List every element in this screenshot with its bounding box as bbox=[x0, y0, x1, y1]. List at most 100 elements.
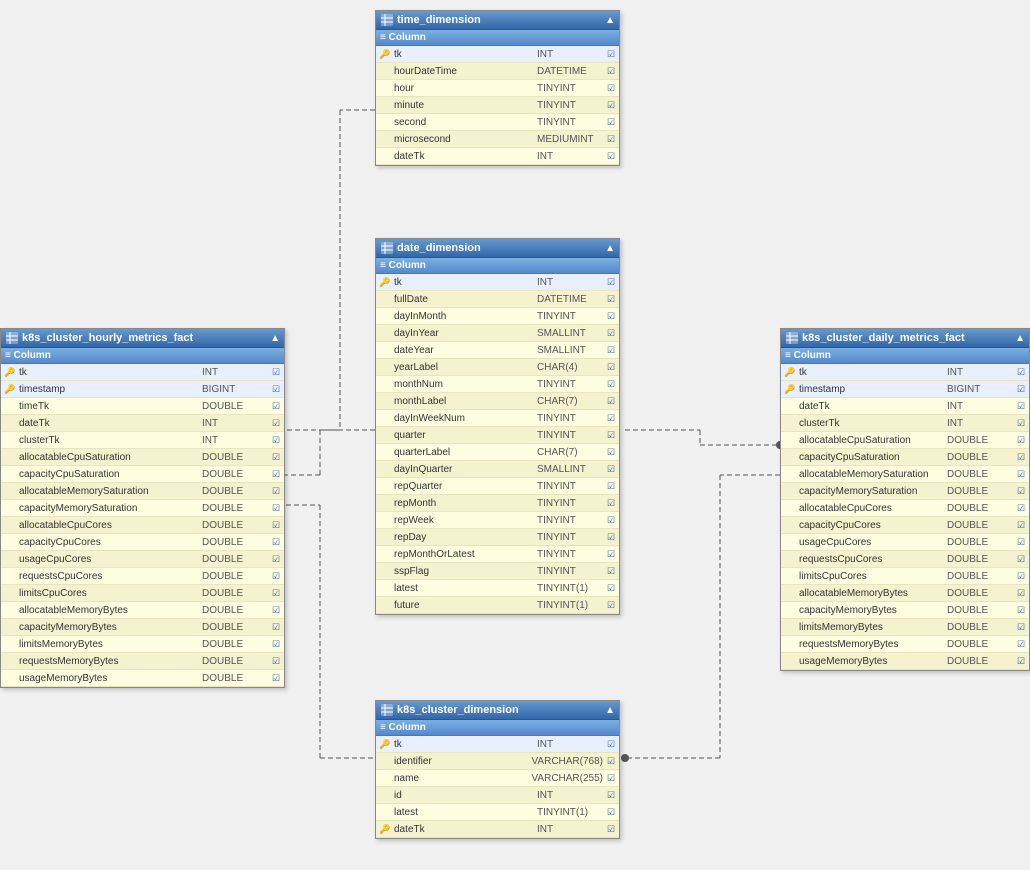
table-row: limitsMemoryBytes DOUBLE ☑ bbox=[1, 636, 284, 653]
table-row: allocatableCpuCores DOUBLE ☑ bbox=[1, 517, 284, 534]
table-row: 🔑 tk INT ☑ bbox=[1, 364, 284, 381]
table-k8s-cluster-daily-metrics-fact[interactable]: k8s_cluster_daily_metrics_fact ▲ ≡ Colum… bbox=[780, 328, 1030, 671]
table-row: 🔑 timestamp BIGINT ☑ bbox=[781, 381, 1029, 398]
column-header-time-dimension: ≡ Column bbox=[376, 30, 619, 46]
table-grid-icon bbox=[380, 703, 394, 717]
table-row: allocatableMemorySaturation DOUBLE ☑ bbox=[1, 483, 284, 500]
column-header-hourly: ≡ Column bbox=[1, 348, 284, 364]
pk-icon: 🔑 bbox=[3, 365, 17, 379]
column-header-label: ≡ Column bbox=[380, 722, 426, 733]
table-row: allocatableCpuSaturation DOUBLE ☑ bbox=[1, 449, 284, 466]
table-time-dimension[interactable]: time_dimension ▲ ≡ Column 🔑 tk INT ☑ hou… bbox=[375, 10, 620, 166]
table-row: allocatableCpuSaturation DOUBLE ☑ bbox=[781, 432, 1029, 449]
table-row: limitsCpuCores DOUBLE ☑ bbox=[1, 585, 284, 602]
table-grid-icon bbox=[785, 331, 799, 345]
table-row: 🔑 tk INT ☑ bbox=[376, 46, 619, 63]
table-row: 🔑 timestamp BIGINT ☑ bbox=[1, 381, 284, 398]
table-row: 🔑 tk INT ☑ bbox=[781, 364, 1029, 381]
pk-icon: 🔑 bbox=[378, 275, 392, 289]
column-header-label: ≡ Column bbox=[785, 350, 831, 361]
table-row: limitsCpuCores DOUBLE ☑ bbox=[781, 568, 1029, 585]
table-row: 🔑 tk INT ☑ bbox=[376, 736, 619, 753]
table-row: dayInYear SMALLINT ☑ bbox=[376, 325, 619, 342]
table-row: identifier VARCHAR(768) ☑ bbox=[376, 753, 619, 770]
table-k8s-cluster-hourly-metrics-fact[interactable]: k8s_cluster_hourly_metrics_fact ▲ ≡ Colu… bbox=[0, 328, 285, 688]
table-row: usageCpuCores DOUBLE ☑ bbox=[1, 551, 284, 568]
table-row: repWeek TINYINT ☑ bbox=[376, 512, 619, 529]
table-name-date-dimension: date_dimension bbox=[397, 242, 481, 254]
table-row: dayInQuarter SMALLINT ☑ bbox=[376, 461, 619, 478]
diagram-canvas: time_dimension ▲ ≡ Column 🔑 tk INT ☑ hou… bbox=[0, 0, 1030, 870]
table-row: capacityMemorySaturation DOUBLE ☑ bbox=[1, 500, 284, 517]
table-name-hourly: k8s_cluster_hourly_metrics_fact bbox=[22, 332, 193, 344]
table-row: yearLabel CHAR(4) ☑ bbox=[376, 359, 619, 376]
table-row: id INT ☑ bbox=[376, 787, 619, 804]
table-grid-icon bbox=[5, 331, 19, 345]
table-row: minute TINYINT ☑ bbox=[376, 97, 619, 114]
expand-icon-date-dimension[interactable]: ▲ bbox=[605, 243, 615, 254]
column-header-cluster-dim: ≡ Column bbox=[376, 720, 619, 736]
table-row: quarter TINYINT ☑ bbox=[376, 427, 619, 444]
table-row: requestsMemoryBytes DOUBLE ☑ bbox=[1, 653, 284, 670]
table-k8s-cluster-dimension[interactable]: k8s_cluster_dimension ▲ ≡ Column 🔑 tk IN… bbox=[375, 700, 620, 839]
table-header-date-dimension: date_dimension ▲ bbox=[376, 239, 619, 258]
table-name-daily: k8s_cluster_daily_metrics_fact bbox=[802, 332, 965, 344]
table-row: hour TINYINT ☑ bbox=[376, 80, 619, 97]
table-row: fullDate DATETIME ☑ bbox=[376, 291, 619, 308]
table-header-hourly: k8s_cluster_hourly_metrics_fact ▲ bbox=[1, 329, 284, 348]
expand-icon-time-dimension[interactable]: ▲ bbox=[605, 15, 615, 26]
table-row: sspFlag TINYINT ☑ bbox=[376, 563, 619, 580]
table-row: dayInMonth TINYINT ☑ bbox=[376, 308, 619, 325]
table-row: dateTk INT ☑ bbox=[1, 415, 284, 432]
table-row: dateYear SMALLINT ☑ bbox=[376, 342, 619, 359]
table-row: second TINYINT ☑ bbox=[376, 114, 619, 131]
pk-icon: 🔑 bbox=[378, 47, 392, 61]
table-grid-icon bbox=[380, 13, 394, 27]
table-row: repDay TINYINT ☑ bbox=[376, 529, 619, 546]
table-row: latest TINYINT(1) ☑ bbox=[376, 580, 619, 597]
table-row: dateTk INT ☑ bbox=[781, 398, 1029, 415]
table-row: allocatableCpuCores DOUBLE ☑ bbox=[781, 500, 1029, 517]
table-row: usageCpuCores DOUBLE ☑ bbox=[781, 534, 1029, 551]
table-row: name VARCHAR(255) ☑ bbox=[376, 770, 619, 787]
pk-icon: 🔑 bbox=[3, 382, 17, 396]
table-row: monthLabel CHAR(7) ☑ bbox=[376, 393, 619, 410]
table-row: hourDateTime DATETIME ☑ bbox=[376, 63, 619, 80]
table-row: capacityCpuSaturation DOUBLE ☑ bbox=[781, 449, 1029, 466]
column-header-date-dimension: ≡ Column bbox=[376, 258, 619, 274]
table-row: allocatableMemorySaturation DOUBLE ☑ bbox=[781, 466, 1029, 483]
table-row: requestsCpuCores DOUBLE ☑ bbox=[781, 551, 1029, 568]
table-row: 🔑 dateTk INT ☑ bbox=[376, 821, 619, 838]
column-header-label: ≡ Column bbox=[380, 32, 426, 43]
table-row: capacityMemorySaturation DOUBLE ☑ bbox=[781, 483, 1029, 500]
table-row: requestsCpuCores DOUBLE ☑ bbox=[1, 568, 284, 585]
table-row: capacityCpuCores DOUBLE ☑ bbox=[1, 534, 284, 551]
column-header-label: ≡ Column bbox=[5, 350, 51, 361]
table-row: capacityMemoryBytes DOUBLE ☑ bbox=[1, 619, 284, 636]
table-row: limitsMemoryBytes DOUBLE ☑ bbox=[781, 619, 1029, 636]
table-row: clusterTk INT ☑ bbox=[781, 415, 1029, 432]
column-header-label: ≡ Column bbox=[380, 260, 426, 271]
expand-icon-hourly[interactable]: ▲ bbox=[270, 333, 280, 344]
table-row: capacityMemoryBytes DOUBLE ☑ bbox=[781, 602, 1029, 619]
column-header-daily: ≡ Column bbox=[781, 348, 1029, 364]
table-row: 🔑 tk INT ☑ bbox=[376, 274, 619, 291]
table-row: monthNum TINYINT ☑ bbox=[376, 376, 619, 393]
table-row: timeTk DOUBLE ☑ bbox=[1, 398, 284, 415]
table-header-daily: k8s_cluster_daily_metrics_fact ▲ bbox=[781, 329, 1029, 348]
table-name-cluster-dim: k8s_cluster_dimension bbox=[397, 704, 519, 716]
expand-icon-daily[interactable]: ▲ bbox=[1015, 333, 1025, 344]
pk-icon: 🔑 bbox=[783, 382, 797, 396]
pk-icon: 🔑 bbox=[783, 365, 797, 379]
table-date-dimension[interactable]: date_dimension ▲ ≡ Column 🔑 tk INT ☑ ful… bbox=[375, 238, 620, 615]
expand-icon-cluster-dim[interactable]: ▲ bbox=[605, 705, 615, 716]
table-row: requestsMemoryBytes DOUBLE ☑ bbox=[781, 636, 1029, 653]
table-row: capacityCpuCores DOUBLE ☑ bbox=[781, 517, 1029, 534]
table-row: repMonth TINYINT ☑ bbox=[376, 495, 619, 512]
table-row: future TINYINT(1) ☑ bbox=[376, 597, 619, 614]
pk-icon: 🔑 bbox=[378, 737, 392, 751]
table-row: usageMemoryBytes DOUBLE ☑ bbox=[1, 670, 284, 687]
table-row: repQuarter TINYINT ☑ bbox=[376, 478, 619, 495]
table-row: clusterTk INT ☑ bbox=[1, 432, 284, 449]
table-row: microsecond MEDIUMINT ☑ bbox=[376, 131, 619, 148]
